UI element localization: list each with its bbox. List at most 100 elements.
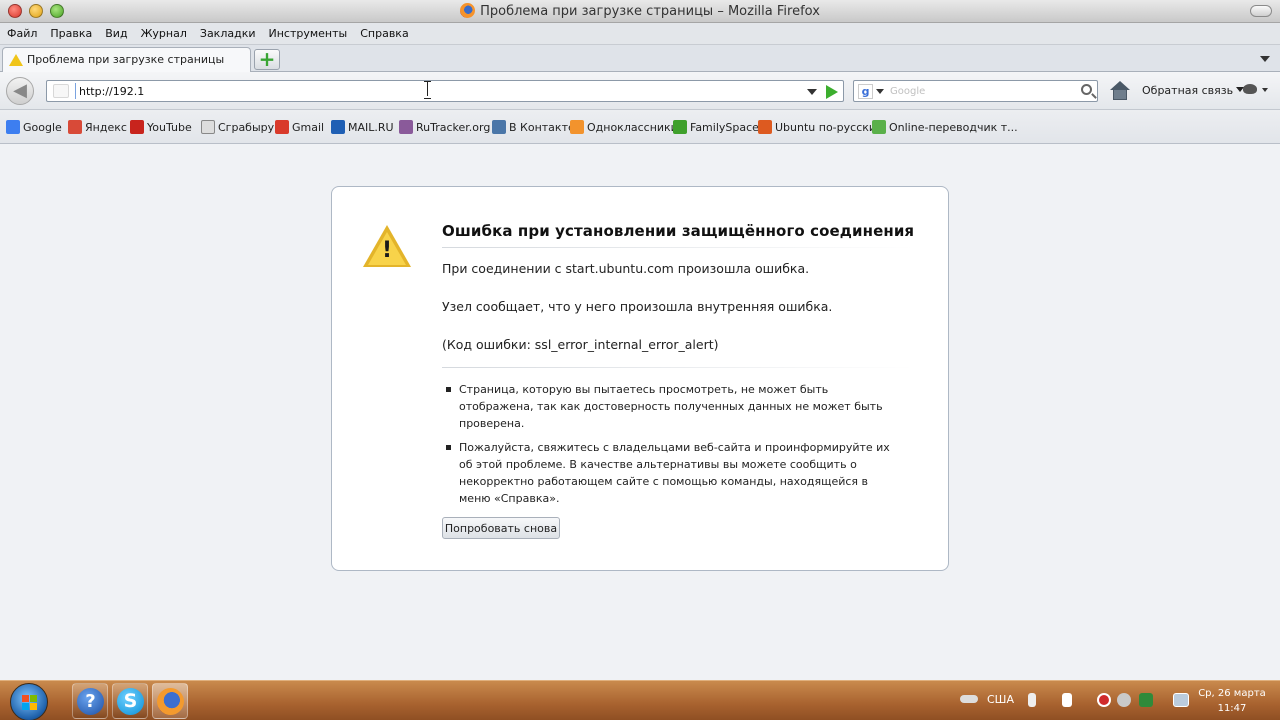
volume-icon[interactable] <box>1028 693 1036 707</box>
warning-icon: ! <box>363 225 411 269</box>
search-icon[interactable] <box>1081 84 1092 95</box>
list-item: Пожалуйста, свяжитесь с владельцами веб-… <box>446 439 891 507</box>
search-input[interactable] <box>890 84 1070 99</box>
skype-icon: S <box>117 688 144 715</box>
clock-date: Ср, 26 марта <box>1198 688 1266 699</box>
menu-bar: Файл Правка Вид Журнал Закладки Инструменты Сп… <box>0 23 1280 45</box>
language-indicator[interactable]: США <box>987 693 1014 706</box>
bookmark-gmail[interactable]: Gmail <box>275 120 324 134</box>
title-divider <box>442 247 914 248</box>
warning-icon <box>9 54 23 66</box>
bookmarks-bar: Google Яндекс YouTube Сграбыру Gmail MAI… <box>0 110 1280 144</box>
bookmark-label: Online-переводчик т... <box>889 121 1018 134</box>
tab-bar: Проблема при загрузке страницы + <box>0 45 1280 72</box>
go-button[interactable] <box>826 85 838 99</box>
bookmark-label: Ubuntu по-русски <box>775 121 877 134</box>
bookmark-sgrabyru[interactable]: Сграбыру <box>201 120 274 134</box>
bookmark-google[interactable]: Google <box>6 120 62 134</box>
bookmark-label: RuTracker.org <box>416 121 491 134</box>
bookmark-label: MAIL.RU <box>348 121 394 134</box>
taskbar-help-app[interactable]: ? <box>72 683 108 719</box>
system-clock[interactable]: Ср, 26 марта 11:47 <box>1198 686 1266 716</box>
bookmark-label: В Контакте <box>509 121 575 134</box>
menu-file[interactable]: Файл <box>0 23 43 40</box>
close-icon[interactable] <box>1117 693 1131 707</box>
familyspace-icon <box>673 120 687 134</box>
google-search-engine-icon[interactable]: g <box>858 84 873 99</box>
bookmark-translator[interactable]: Online-переводчик т... <box>872 120 1018 134</box>
ubuntu-icon <box>758 120 772 134</box>
error-panel: ! Ошибка при установлении защищённого со… <box>331 186 949 571</box>
monitor-icon[interactable] <box>1173 693 1189 707</box>
feedback-button[interactable]: Обратная связь <box>1142 84 1244 97</box>
back-button[interactable]: ◀ <box>6 77 34 105</box>
flag-icon[interactable] <box>1062 693 1072 707</box>
error-title: Ошибка при установлении защищённого соед… <box>442 222 915 240</box>
menu-help[interactable]: Справка <box>353 23 414 40</box>
list-item: Страница, которую вы пытаетесь просмотре… <box>446 381 891 432</box>
network-icon[interactable] <box>1139 693 1153 707</box>
menu-edit[interactable]: Правка <box>43 23 98 40</box>
search-engine-dropdown-icon[interactable] <box>876 89 884 94</box>
window-titlebar: Проблема при загрузке страницы – Mozilla… <box>0 0 1280 23</box>
bookmark-odnoklassniki[interactable]: Одноклассники <box>570 120 678 134</box>
error-code: (Код ошибки: ssl_error_internal_error_al… <box>442 337 719 352</box>
tab-active[interactable]: Проблема при загрузке страницы <box>2 47 251 72</box>
bookmark-label: Сграбыру <box>218 121 275 134</box>
clock-time: 11:47 <box>1217 703 1247 714</box>
bookmark-label: FamilySpace <box>690 121 759 134</box>
windows-logo-pane <box>30 695 37 702</box>
menu-history[interactable]: Журнал <box>134 23 193 40</box>
page-icon <box>201 120 215 134</box>
error-message-server: Узел сообщает, что у него произошла внут… <box>442 299 833 314</box>
window-title: Проблема при загрузке страницы – Mozilla… <box>480 4 820 19</box>
page-content: ! Ошибка при установлении защищённого со… <box>0 145 1280 680</box>
windows-logo-pane <box>22 695 29 702</box>
bookmark-label: Одноклассники <box>587 121 678 134</box>
taskbar-firefox-app[interactable] <box>152 683 188 719</box>
windows-logo-icon <box>22 695 38 711</box>
url-history-dropdown-icon[interactable] <box>807 89 817 95</box>
keyboard-icon[interactable] <box>960 695 978 703</box>
url-bar <box>46 80 844 102</box>
search-bar: g <box>853 80 1098 102</box>
tools-dropdown-icon[interactable] <box>1262 88 1268 92</box>
bookmark-rutracker[interactable]: RuTracker.org <box>399 120 490 134</box>
try-again-button[interactable]: Попробовать снова <box>442 517 560 539</box>
help-icon: ? <box>77 688 104 715</box>
new-tab-button[interactable]: + <box>254 49 280 70</box>
bookmark-label: Gmail <box>292 121 325 134</box>
feedback-tools-icon[interactable] <box>1243 84 1257 94</box>
toolbar-toggle-button[interactable] <box>1250 5 1272 17</box>
error-details-list: Страница, которую вы пытаетесь просмотре… <box>446 381 891 514</box>
tab-list-arrow-icon[interactable] <box>1260 56 1270 62</box>
home-icon <box>1113 89 1127 100</box>
bookmark-label: YouTube <box>147 121 192 134</box>
menu-view[interactable]: Вид <box>98 23 133 40</box>
menu-tools[interactable]: Инструменты <box>262 23 354 40</box>
bookmark-yandex[interactable]: Яндекс <box>68 120 127 134</box>
taskbar-skype-app[interactable]: S <box>112 683 148 719</box>
navigation-bar: ◀ g Обратная связь <box>0 72 1280 110</box>
firefox-icon <box>460 3 476 18</box>
bookmark-familyspace[interactable]: FamilySpace <box>673 120 759 134</box>
translator-icon <box>872 120 886 134</box>
windows-logo-pane <box>22 703 29 710</box>
antivirus-icon[interactable] <box>1097 693 1111 707</box>
gmail-icon <box>275 120 289 134</box>
bookmark-vkontakte[interactable]: В Контакте <box>492 120 575 134</box>
details-divider <box>442 367 914 368</box>
google-icon <box>6 120 20 134</box>
error-message-line: При соединении с start.ubuntu.com произо… <box>442 261 810 276</box>
bookmark-youtube[interactable]: YouTube <box>130 120 192 134</box>
rutracker-icon <box>399 120 413 134</box>
bookmark-ubuntu[interactable]: Ubuntu по-русски <box>758 120 876 134</box>
site-identity-icon[interactable] <box>53 84 69 98</box>
menu-bookmarks[interactable]: Закладки <box>193 23 262 40</box>
home-button[interactable] <box>1109 80 1131 102</box>
start-button[interactable] <box>10 683 48 720</box>
vkontakte-icon <box>492 120 506 134</box>
taskbar: ? S США Ср, 26 марта 11:47 <box>0 680 1280 720</box>
bookmark-mailru[interactable]: MAIL.RU <box>331 120 394 134</box>
bookmark-label: Google <box>23 121 62 134</box>
